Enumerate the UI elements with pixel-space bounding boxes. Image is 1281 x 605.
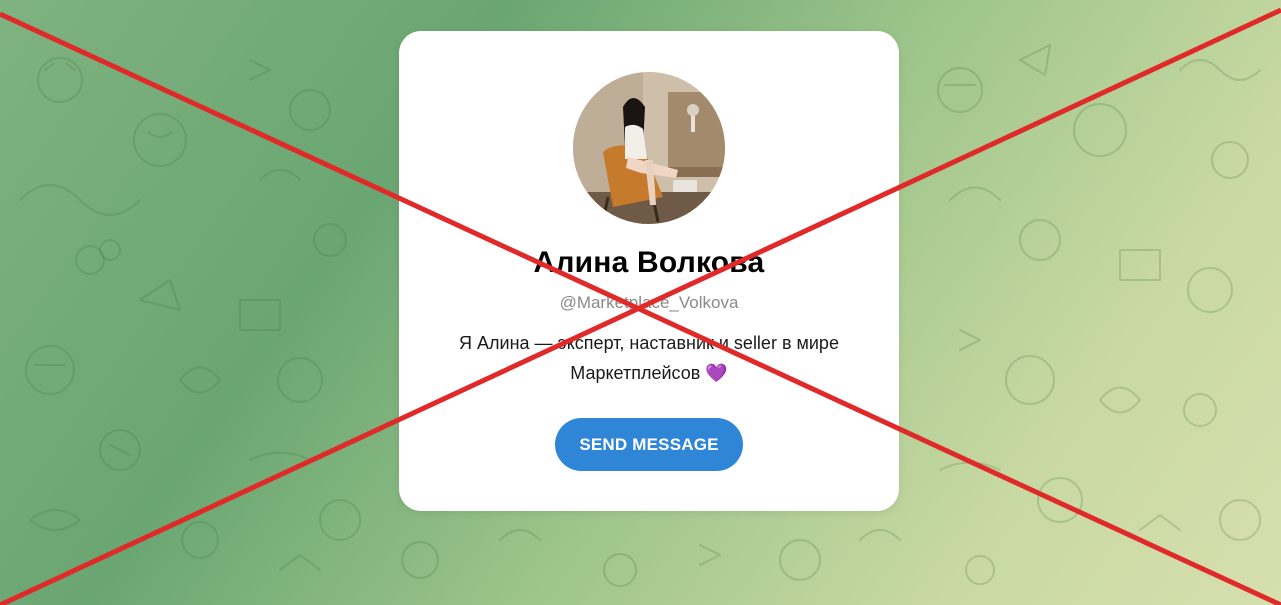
- profile-name: Алина Волкова: [533, 246, 765, 279]
- bio-line-1: Я Алина — эксперт, наставник и seller в …: [459, 333, 839, 353]
- bio-line-2-text: Маркетплейсов: [570, 363, 701, 383]
- profile-photo: [573, 72, 725, 224]
- profile-avatar: [573, 72, 725, 224]
- profile-bio: Я Алина — эксперт, наставник и seller в …: [429, 328, 869, 388]
- profile-card: Алина Волкова @Marketplace_Volkova Я Али…: [399, 31, 899, 511]
- bio-line-2: Маркетплейсов 💜: [429, 358, 869, 388]
- purple-heart-icon: 💜: [705, 363, 728, 383]
- send-message-button[interactable]: SEND MESSAGE: [555, 418, 743, 471]
- profile-username: @Marketplace_Volkova: [559, 293, 739, 312]
